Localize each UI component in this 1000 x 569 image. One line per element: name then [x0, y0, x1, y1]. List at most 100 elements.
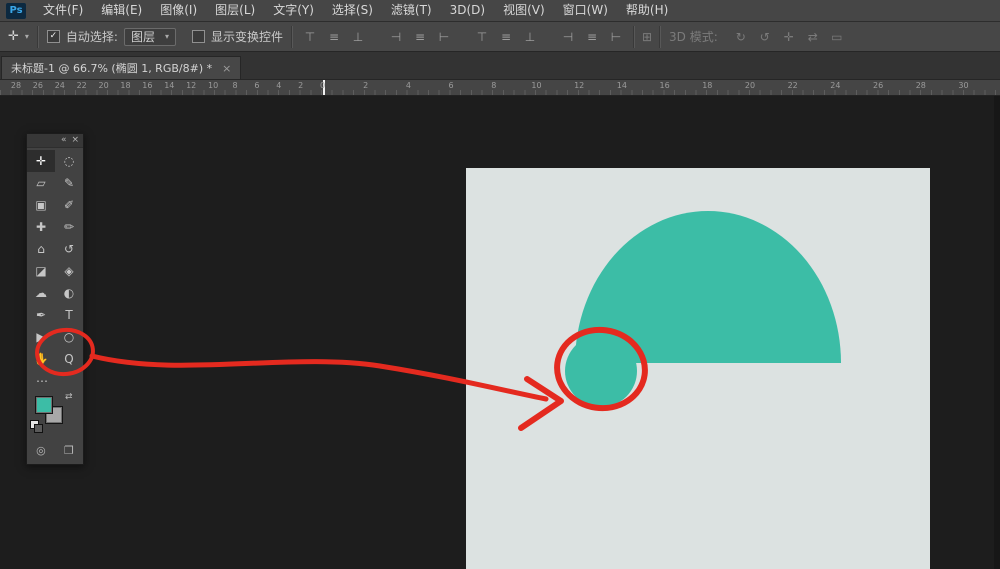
distribute-left-edges-icon[interactable]: ⊣	[556, 30, 580, 44]
document-tab-title: 未标题-1 @ 66.7% (椭圆 1, RGB/8#) *	[11, 60, 212, 76]
menu-item-1[interactable]: 编辑(E)	[92, 0, 151, 21]
edit-toolbar-icon[interactable]: ⋯	[27, 372, 83, 390]
ruler-label: 22	[788, 81, 798, 90]
tool-preset-picker[interactable]: ✛ ▾	[0, 29, 37, 44]
menu-item-8[interactable]: 视图(V)	[494, 0, 554, 21]
menu-item-3[interactable]: 图层(L)	[206, 0, 264, 21]
ruler-label: 8	[232, 81, 237, 90]
crop-tool[interactable]: ▣	[27, 194, 55, 216]
swap-colors-icon[interactable]: ⇄	[65, 392, 73, 402]
ruler-label: 28	[11, 81, 21, 90]
3d-roll-icon[interactable]: ↺	[753, 30, 777, 44]
ruler-label: 18	[120, 81, 130, 90]
current-tool-icon: ✛	[8, 29, 19, 44]
distribute-bottom-edges-icon[interactable]: ⊥	[518, 30, 542, 44]
distribute-right-edges-icon[interactable]: ⊢	[604, 30, 628, 44]
distribute-top-edges-icon[interactable]: ⊤	[470, 30, 494, 44]
ellipse-tool[interactable]: ○	[55, 326, 83, 348]
photoshop-window: { "titlebar": { "logo_text": "Ps", "menu…	[0, 0, 1000, 569]
default-colors-back-icon	[34, 424, 43, 433]
distribute-horizontal-centers-icon[interactable]: ≡	[580, 30, 604, 44]
tools-panel-bottom: ◎❐	[27, 438, 83, 464]
ruler-label: 30	[958, 81, 968, 90]
align-left-edges-icon[interactable]: ⊣	[384, 30, 408, 44]
align-bottom-edges-icon[interactable]: ⊥	[346, 30, 370, 44]
ruler-label: 2	[363, 81, 368, 90]
ruler-label: 26	[33, 81, 43, 90]
ruler-label: 10	[208, 81, 218, 90]
close-icon[interactable]: ×	[71, 134, 79, 147]
ruler-label: 16	[660, 81, 670, 90]
document-tab-bar: 未标题-1 @ 66.7% (椭圆 1, RGB/8#) * ×	[0, 52, 1000, 80]
foreground-color-swatch[interactable]	[35, 396, 53, 414]
ruler-label: 22	[77, 81, 87, 90]
collapse-panel-icon[interactable]: «	[61, 134, 67, 147]
align-vertical-centers-icon[interactable]: ≡	[322, 30, 346, 44]
menu-item-4[interactable]: 文字(Y)	[264, 0, 323, 21]
auto-select-target-dropdown[interactable]: 图层 ▾	[124, 28, 176, 46]
menu-item-5[interactable]: 选择(S)	[323, 0, 382, 21]
close-icon[interactable]: ×	[222, 62, 231, 75]
type-tool[interactable]: T	[55, 304, 83, 326]
3d-scale-icon[interactable]: ▭	[825, 30, 849, 44]
document-canvas[interactable]	[466, 168, 930, 569]
menu-item-6[interactable]: 滤镜(T)	[382, 0, 441, 21]
eraser-tool[interactable]: ◪	[27, 260, 55, 282]
chevron-down-icon: ▾	[25, 32, 29, 41]
menu-bar: Ps 文件(F)编辑(E)图像(I)图层(L)文字(Y)选择(S)滤镜(T)3D…	[0, 0, 1000, 22]
menu-list: 文件(F)编辑(E)图像(I)图层(L)文字(Y)选择(S)滤镜(T)3D(D)…	[34, 0, 677, 21]
dodge-tool[interactable]: ◐	[55, 282, 83, 304]
show-transform-label: 显示变换控件	[211, 28, 283, 45]
ruler-label: 4	[406, 81, 411, 90]
clone-stamp-tool[interactable]: ⌂	[27, 238, 55, 260]
ruler-label: 18	[702, 81, 712, 90]
screen-mode-icon[interactable]: ❐	[64, 444, 74, 457]
brush-tool[interactable]: ✏	[55, 216, 83, 238]
zoom-tool[interactable]: Q	[55, 348, 83, 370]
align-top-edges-icon[interactable]: ⊤	[298, 30, 322, 44]
tools-panel-header[interactable]: « ×	[27, 134, 83, 148]
align-horizontal-centers-icon[interactable]: ≡	[408, 30, 432, 44]
ruler-label: 28	[916, 81, 926, 90]
ruler-label: 4	[276, 81, 281, 90]
tools-panel: « × ✛◌▱✎▣✐✚✏⌂↺◪◈☁◐✒T▶○✋Q ⋯ ⇄ ◎❐	[26, 133, 84, 465]
eyedropper-tool[interactable]: ✐	[55, 194, 83, 216]
quick-selection-tool[interactable]: ✎	[55, 172, 83, 194]
ruler-label: 12	[186, 81, 196, 90]
hand-tool[interactable]: ✋	[27, 348, 55, 370]
menu-item-10[interactable]: 帮助(H)	[617, 0, 677, 21]
3d-rotate-icon[interactable]: ↻	[729, 30, 753, 44]
path-selection-tool[interactable]: ▶	[27, 326, 55, 348]
menu-item-9[interactable]: 窗口(W)	[554, 0, 617, 21]
ellipse-shape	[565, 335, 637, 407]
quick-mask-icon[interactable]: ◎	[36, 444, 46, 457]
auto-select-label: 自动选择:	[66, 28, 118, 45]
distribute-vertical-centers-icon[interactable]: ≡	[494, 30, 518, 44]
ruler-label: 2	[298, 81, 303, 90]
align-icons-group: ⊤≡⊥⊣≡⊢⊤≡⊥⊣≡⊢	[298, 30, 628, 44]
healing-brush-tool[interactable]: ✚	[27, 216, 55, 238]
ruler-label: 10	[531, 81, 541, 90]
document-tab[interactable]: 未标题-1 @ 66.7% (椭圆 1, RGB/8#) * ×	[1, 56, 241, 79]
gradient-tool[interactable]: ◈	[55, 260, 83, 282]
menu-item-2[interactable]: 图像(I)	[151, 0, 206, 21]
show-transform-checkbox[interactable]	[192, 30, 205, 43]
history-brush-tool[interactable]: ↺	[55, 238, 83, 260]
menu-item-0[interactable]: 文件(F)	[34, 0, 92, 21]
marquee-tool[interactable]: ◌	[55, 150, 83, 172]
options-bar: ✛ ▾ ✓ 自动选择: 图层 ▾ 显示变换控件 ⊤≡⊥⊣≡⊢⊤≡⊥⊣≡⊢ ⊞ 3…	[0, 22, 1000, 52]
menu-item-7[interactable]: 3D(D)	[441, 0, 494, 21]
tools-grid: ✛◌▱✎▣✐✚✏⌂↺◪◈☁◐✒T▶○✋Q	[27, 148, 83, 372]
auto-select-checkbox[interactable]: ✓	[47, 30, 60, 43]
lasso-tool[interactable]: ▱	[27, 172, 55, 194]
smudge-tool[interactable]: ☁	[27, 282, 55, 304]
move-tool[interactable]: ✛	[27, 150, 55, 172]
pen-tool[interactable]: ✒	[27, 304, 55, 326]
ruler-label: 24	[830, 81, 840, 90]
3d-slide-icon[interactable]: ⇄	[801, 30, 825, 44]
3d-drag-icon[interactable]: ✛	[777, 30, 801, 44]
auto-align-layers-icon[interactable]: ⊞	[635, 30, 659, 44]
horizontal-ruler[interactable]: 2826242220181614121086420246810121416182…	[0, 80, 1000, 96]
right-edge-strip	[994, 80, 1000, 569]
align-right-edges-icon[interactable]: ⊢	[432, 30, 456, 44]
